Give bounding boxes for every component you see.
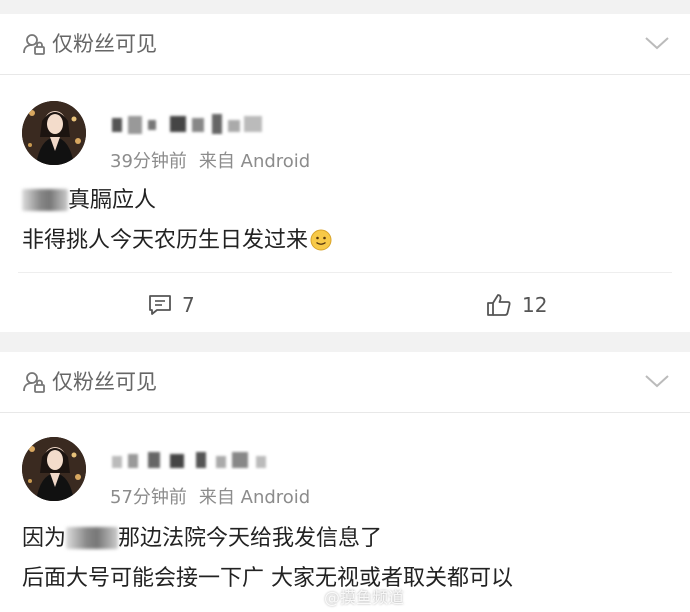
watermark: @摸鱼频道: [323, 588, 404, 607]
visibility-row[interactable]: 仅粉丝可见: [0, 14, 690, 75]
fans-only-lock-icon: [23, 372, 45, 393]
like-button[interactable]: 12: [486, 290, 547, 320]
post-meta: 39分钟前 来自 Android: [110, 147, 310, 173]
avatar[interactable]: [22, 437, 86, 501]
visibility-label: 仅粉丝可见: [52, 32, 157, 56]
post-text-line-2: 后面大号可能会接一下广 大家无视或者取关都可以: [22, 566, 513, 591]
post-meta: 57分钟前 来自 Android: [110, 483, 310, 509]
post-time: 57分钟前: [110, 487, 187, 508]
post-text-line-1: 因为 那边法院今天给我发信息了: [22, 526, 383, 551]
redacted-text: [66, 527, 119, 549]
fans-only-lock-icon: [23, 34, 45, 55]
post-text-line-1: 真膈应人: [22, 186, 156, 216]
like-count: 12: [522, 293, 548, 317]
thumbs-up-icon: [487, 294, 511, 316]
comment-icon: [149, 295, 171, 315]
post-card-1: 仅粉丝可见 39分钟前 来自 Android 真膈应人 非得挑人今天农历生日发过…: [0, 14, 690, 332]
post-source: 来自 Android: [198, 487, 311, 508]
comment-count: 7: [182, 293, 195, 317]
divider: [18, 272, 672, 273]
post-source: 来自 Android: [198, 151, 311, 172]
smile-emoji-icon: [310, 229, 332, 251]
avatar[interactable]: [22, 101, 86, 165]
redacted-text: [22, 189, 68, 211]
chevron-down-icon[interactable]: [644, 372, 670, 390]
username-redacted[interactable]: [104, 112, 284, 138]
post-text-line-2: 非得挑人今天农历生日发过来: [22, 226, 332, 256]
post-card-2: 仅粉丝可见 57分钟前 来自 Android 因为 那边法院今天给我发信息了 后…: [0, 352, 690, 612]
chevron-down-icon[interactable]: [644, 34, 670, 52]
post-time: 39分钟前: [110, 151, 187, 172]
username-redacted[interactable]: [104, 448, 284, 474]
visibility-label: 仅粉丝可见: [52, 370, 157, 394]
comment-button[interactable]: 7: [148, 290, 195, 320]
visibility-row[interactable]: 仅粉丝可见: [0, 352, 690, 413]
